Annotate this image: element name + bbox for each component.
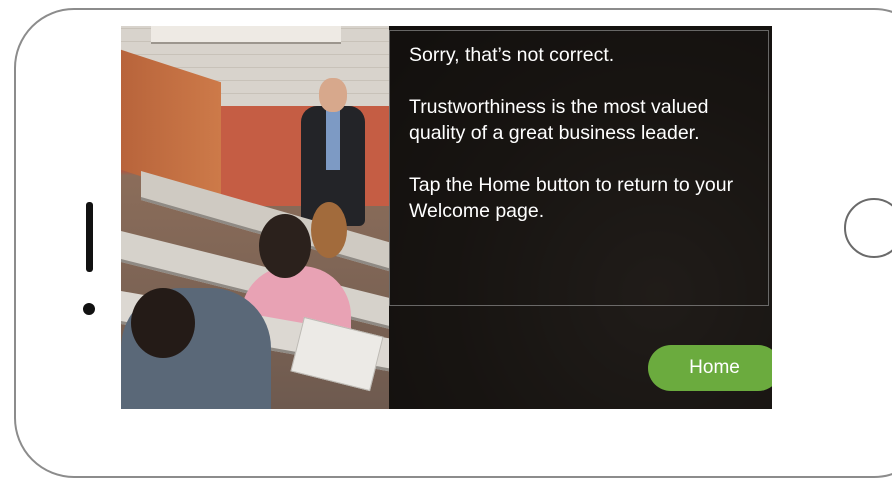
feedback-text: Sorry, that’s not correct. Trustworthine…	[409, 42, 769, 250]
feedback-explanation: Trustworthiness is the most valued quali…	[409, 96, 709, 144]
camera-dot-icon	[83, 303, 95, 315]
home-button[interactable]: Home	[648, 345, 772, 391]
feedback-heading: Sorry, that’s not correct.	[409, 44, 615, 66]
speaker-slot-icon	[86, 202, 93, 272]
app-screen: Sorry, that’s not correct. Trustworthine…	[121, 26, 772, 409]
feedback-instruction: Tap the Home button to return to your We…	[409, 174, 734, 222]
hardware-home-button-icon[interactable]	[844, 198, 892, 258]
